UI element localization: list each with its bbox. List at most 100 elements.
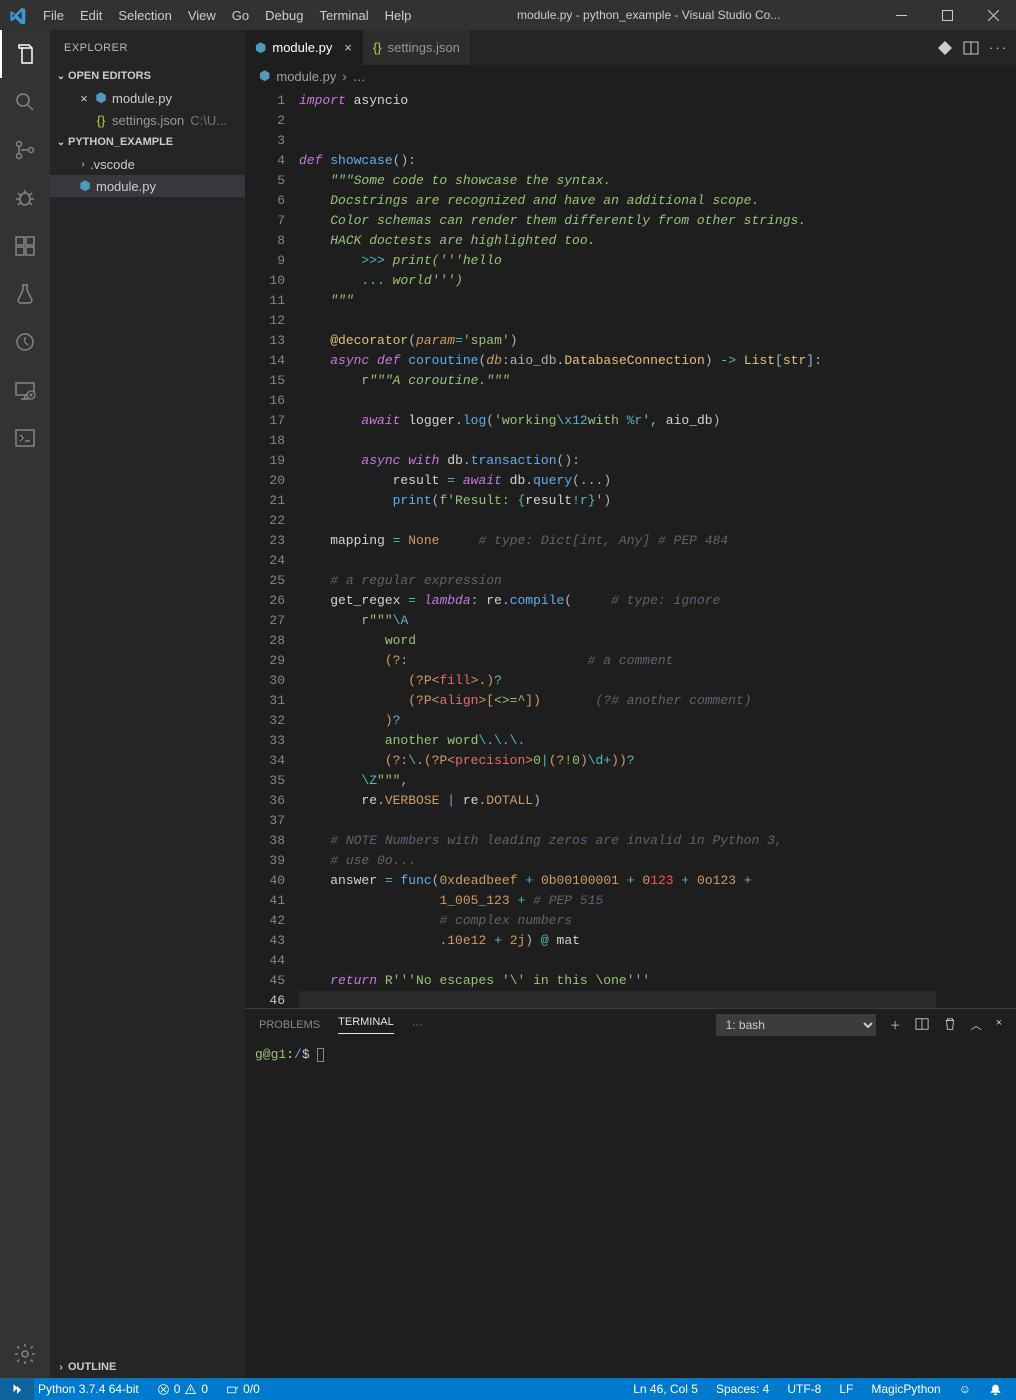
line-numbers: 1234567891011121314151617181920212223242… [245, 87, 299, 1008]
chevron-right-icon: › [54, 1362, 68, 1373]
titlebar: File Edit Selection View Go Debug Termin… [0, 0, 1016, 30]
activity-console-icon[interactable] [0, 414, 50, 462]
activity-scm[interactable] [0, 126, 50, 174]
split-terminal-icon[interactable] [915, 1017, 929, 1033]
menu-terminal[interactable]: Terminal [311, 0, 376, 30]
menu-view[interactable]: View [180, 0, 224, 30]
tab-label: module.py [272, 40, 332, 55]
chevron-down-icon: ⌄ [54, 71, 68, 82]
status-language[interactable]: MagicPython [867, 1382, 944, 1396]
chevron-right-icon: › [342, 69, 346, 84]
python-file-icon: ⬢ [92, 90, 110, 106]
tab-bar: ⬢ module.py × {} settings.json ··· [245, 30, 1016, 65]
terminal-path: / [294, 1047, 302, 1062]
status-warnings: 0 [201, 1382, 208, 1396]
tab-settings-json[interactable]: {} settings.json [363, 30, 471, 65]
chevron-down-icon: ⌄ [54, 137, 68, 148]
panel-tab-terminal[interactable]: TERMINAL [338, 1016, 394, 1034]
activity-test-icon[interactable] [0, 270, 50, 318]
vscode-icon [0, 7, 35, 24]
open-editor-label: module.py [112, 91, 172, 106]
terminal-cursor [317, 1048, 324, 1062]
activity-history-icon[interactable] [0, 318, 50, 366]
menu-help[interactable]: Help [377, 0, 420, 30]
status-cursor[interactable]: Ln 46, Col 5 [629, 1382, 702, 1396]
activity-settings[interactable] [0, 1330, 50, 1378]
code-content[interactable]: import asyncio def showcase(): """Some c… [299, 87, 936, 1008]
open-editor-label: settings.json [112, 113, 184, 128]
outline-label: OUTLINE [68, 1361, 116, 1373]
menu-edit[interactable]: Edit [72, 0, 110, 30]
json-file-icon: {} [373, 40, 382, 55]
panel-tab-problems[interactable]: PROBLEMS [259, 1019, 320, 1031]
minimap[interactable] [936, 87, 1016, 1008]
open-editors-header[interactable]: ⌄ OPEN EDITORS [50, 65, 245, 87]
terminal-output[interactable]: g@g1:/$ [245, 1041, 1016, 1378]
editor[interactable]: 1234567891011121314151617181920212223242… [245, 87, 1016, 1008]
remote-indicator[interactable] [0, 1378, 34, 1400]
new-terminal-icon[interactable]: ＋ [890, 1017, 901, 1033]
open-editor-item[interactable]: × {} settings.json C:\U... [50, 109, 245, 131]
sidebar: EXPLORER ⌄ OPEN EDITORS × ⬢ module.py × … [50, 30, 245, 1378]
status-ports[interactable]: 0/0 [222, 1382, 264, 1396]
python-file-icon: ⬢ [255, 40, 266, 56]
sidebar-title: EXPLORER [50, 30, 245, 65]
status-eol[interactable]: LF [835, 1382, 857, 1396]
activity-debug[interactable] [0, 174, 50, 222]
menu-selection[interactable]: Selection [110, 0, 179, 30]
terminal-user: g@g1 [255, 1047, 286, 1062]
status-indent[interactable]: Spaces: 4 [712, 1382, 773, 1396]
menu-go[interactable]: Go [224, 0, 257, 30]
close-icon[interactable]: × [76, 91, 92, 106]
tab-module-py[interactable]: ⬢ module.py × [245, 30, 363, 65]
python-file-icon: ⬢ [76, 178, 94, 194]
activity-explorer[interactable] [0, 30, 50, 78]
panel: PROBLEMS TERMINAL ··· 1: bash ＋ [245, 1008, 1016, 1378]
color-theme-icon[interactable] [937, 40, 953, 56]
chevron-right-icon: › [76, 159, 90, 170]
more-icon[interactable]: ··· [989, 40, 1008, 55]
activity-remote-icon[interactable] [0, 366, 50, 414]
status-bar: Python 3.7.4 64-bit 0 0 0/0 Ln 46, Col 5… [0, 1378, 1016, 1400]
bell-icon[interactable] [985, 1383, 1006, 1396]
folder-header[interactable]: ⌄ PYTHON_EXAMPLE [50, 131, 245, 153]
status-encoding[interactable]: UTF-8 [783, 1382, 825, 1396]
split-editor-icon[interactable] [963, 40, 979, 56]
trash-icon[interactable] [943, 1017, 957, 1033]
tree-item-label: .vscode [90, 157, 135, 172]
terminal-symbol: $ [302, 1047, 310, 1062]
tree-folder[interactable]: › .vscode [50, 153, 245, 175]
status-ports-label: 0/0 [243, 1382, 260, 1396]
folder-label: PYTHON_EXAMPLE [68, 136, 173, 148]
menubar: File Edit Selection View Go Debug Termin… [35, 0, 419, 30]
open-editor-item[interactable]: × ⬢ module.py [50, 87, 245, 109]
tab-label: settings.json [388, 40, 460, 55]
menu-file[interactable]: File [35, 0, 72, 30]
editor-area: ⬢ module.py × {} settings.json ··· ⬢ mod… [245, 30, 1016, 1378]
more-icon[interactable]: ··· [412, 1019, 423, 1031]
activity-bar [0, 30, 50, 1378]
close-icon[interactable]: × [996, 1017, 1002, 1033]
close-button[interactable] [970, 0, 1016, 30]
tree-file[interactable]: ⬢ module.py [50, 175, 245, 197]
maximize-button[interactable] [924, 0, 970, 30]
main: EXPLORER ⌄ OPEN EDITORS × ⬢ module.py × … [0, 30, 1016, 1378]
feedback-icon[interactable]: ☺ [955, 1382, 975, 1396]
minimize-button[interactable] [878, 0, 924, 30]
status-problems[interactable]: 0 0 [153, 1382, 212, 1396]
python-file-icon: ⬢ [259, 68, 270, 84]
breadcrumb-item[interactable]: module.py [276, 69, 336, 84]
breadcrumb-more[interactable]: … [353, 69, 366, 84]
close-icon[interactable]: × [344, 40, 352, 55]
menu-debug[interactable]: Debug [257, 0, 311, 30]
outline-header[interactable]: › OUTLINE [50, 1356, 245, 1378]
status-errors: 0 [174, 1382, 181, 1396]
status-python[interactable]: Python 3.7.4 64-bit [34, 1382, 143, 1396]
activity-extensions[interactable] [0, 222, 50, 270]
terminal-select[interactable]: 1: bash [716, 1014, 876, 1036]
open-editors-label: OPEN EDITORS [68, 70, 151, 82]
json-file-icon: {} [92, 113, 110, 128]
activity-search[interactable] [0, 78, 50, 126]
breadcrumbs[interactable]: ⬢ module.py › … [245, 65, 1016, 87]
chevron-up-icon[interactable]: ︿ [971, 1017, 982, 1033]
